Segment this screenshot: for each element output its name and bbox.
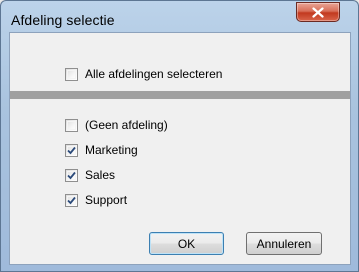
department-item-support[interactable]: Support [65,193,127,207]
checkbox-marketing[interactable] [65,143,78,157]
department-item-marketing[interactable]: Marketing [65,143,138,157]
close-button[interactable] [296,2,340,22]
checkbox-sales[interactable] [65,168,78,182]
dialog-window: Afdeling selectie Alle afdelingen select… [0,0,359,272]
department-label: (Geen afdeling) [85,118,168,132]
select-all-label: Alle afdelingen selecteren [85,67,223,81]
cancel-button[interactable]: Annuleren [246,232,322,255]
window-title: Afdeling selectie [11,12,115,28]
department-item-sales[interactable]: Sales [65,168,115,182]
ok-button[interactable]: OK [149,232,224,255]
dialog-content: Alle afdelingen selecteren (Geen afdelin… [9,32,351,265]
department-label: Sales [85,168,116,182]
checkmark-icon [67,171,76,179]
checkbox-geen-afdeling[interactable] [65,118,78,132]
department-label: Marketing [85,143,138,157]
department-label: Support [85,193,128,207]
department-item-geen-afdeling[interactable]: (Geen afdeling) [65,118,168,132]
separator-bar [10,91,350,99]
checkbox-support[interactable] [65,193,78,207]
select-all-row[interactable]: Alle afdelingen selecteren [65,67,222,81]
close-icon [312,7,324,18]
title-bar[interactable]: Afdeling selectie [1,1,358,31]
checkmark-icon [67,146,76,154]
select-all-checkbox[interactable] [65,67,78,81]
checkmark-icon [67,196,76,204]
